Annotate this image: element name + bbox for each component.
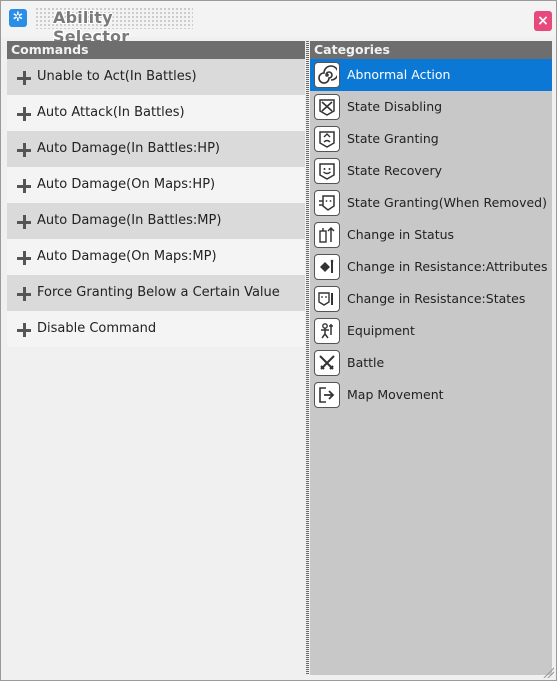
category-label: State Granting(When Removed) (347, 195, 547, 210)
commands-panel: Commands Unable to Act(In Battles) Auto … (7, 41, 305, 675)
command-label: Unable to Act(In Battles) (37, 69, 197, 84)
command-item-unable-to-act[interactable]: Unable to Act(In Battles) (7, 59, 305, 95)
plus-icon[interactable] (17, 323, 31, 337)
plus-icon[interactable] (17, 143, 31, 157)
category-item-state-disabling[interactable]: State Disabling (310, 91, 552, 123)
category-label: Change in Resistance:States (347, 291, 526, 306)
command-item-auto-damage-battles-hp[interactable]: Auto Damage(In Battles:HP) (7, 131, 305, 167)
category-item-equipment[interactable]: Equipment (310, 315, 552, 347)
command-item-force-granting[interactable]: Force Granting Below a Certain Value (7, 275, 305, 311)
plus-icon[interactable] (17, 71, 31, 85)
command-label: Force Granting Below a Certain Value (37, 285, 280, 300)
category-label: Battle (347, 355, 385, 370)
plus-icon[interactable] (17, 287, 31, 301)
cross-out-icon (314, 94, 340, 120)
gear-icon: ✲ (9, 9, 27, 27)
grant-on-remove-icon (314, 190, 340, 216)
category-label: State Disabling (347, 99, 443, 114)
title-area: Ability Selector (35, 7, 193, 46)
category-item-state-granting-when-removed[interactable]: State Granting(When Removed) (310, 187, 552, 219)
category-label: State Recovery (347, 163, 443, 178)
command-item-auto-damage-maps-mp[interactable]: Auto Damage(On Maps:MP) (7, 239, 305, 275)
categories-header: Categories (310, 41, 552, 59)
command-item-auto-damage-maps-hp[interactable]: Auto Damage(On Maps:HP) (7, 167, 305, 203)
title-bar[interactable]: ✲ Ability Selector × (1, 1, 556, 46)
equipment-icon (314, 318, 340, 344)
spiral-icon (314, 62, 340, 88)
crossed-swords-icon (314, 350, 340, 376)
ability-selector-window: ✲ Ability Selector × Commands Unable to … (0, 0, 557, 681)
category-label: Map Movement (347, 387, 444, 402)
command-label: Auto Damage(On Maps:MP) (37, 249, 217, 264)
category-label: State Granting (347, 131, 439, 146)
category-label: Change in Resistance:Attributes (347, 259, 548, 274)
category-item-map-movement[interactable]: Map Movement (310, 379, 552, 411)
state-resistance-icon (314, 286, 340, 312)
commands-header: Commands (7, 41, 305, 59)
exit-door-icon (314, 382, 340, 408)
category-label: Change in Status (347, 227, 455, 242)
category-item-resistance-attributes[interactable]: Change in Resistance:Attributes (310, 251, 552, 283)
command-label: Auto Damage(In Battles:MP) (37, 213, 222, 228)
category-item-state-granting[interactable]: State Granting (310, 123, 552, 155)
category-item-abnormal-action[interactable]: Abnormal Action (310, 59, 552, 91)
plus-icon[interactable] (17, 215, 31, 229)
resize-grip[interactable] (542, 666, 554, 678)
panel-splitter[interactable] (306, 41, 309, 675)
categories-panel: Categories Abnormal Action State Disabli… (310, 41, 552, 675)
category-label: Equipment (347, 323, 415, 338)
recovery-icon (314, 158, 340, 184)
category-item-change-in-status[interactable]: Change in Status (310, 219, 552, 251)
plus-icon[interactable] (17, 179, 31, 193)
attribute-resistance-icon (314, 254, 340, 280)
category-item-battle[interactable]: Battle (310, 347, 552, 379)
plus-icon[interactable] (17, 251, 31, 265)
command-item-auto-damage-battles-mp[interactable]: Auto Damage(In Battles:MP) (7, 203, 305, 239)
category-item-resistance-states[interactable]: Change in Resistance:States (310, 283, 552, 315)
category-item-state-recovery[interactable]: State Recovery (310, 155, 552, 187)
command-label: Auto Damage(In Battles:HP) (37, 141, 220, 156)
grant-state-icon (314, 126, 340, 152)
command-item-auto-attack[interactable]: Auto Attack(In Battles) (7, 95, 305, 131)
close-button[interactable]: × (534, 11, 552, 31)
command-label: Auto Attack(In Battles) (37, 105, 185, 120)
command-label: Disable Command (37, 321, 157, 336)
plus-icon[interactable] (17, 107, 31, 121)
category-label: Abnormal Action (347, 67, 451, 82)
command-label: Auto Damage(On Maps:HP) (37, 177, 216, 192)
command-item-disable-command[interactable]: Disable Command (7, 311, 305, 347)
status-change-icon (314, 222, 340, 248)
